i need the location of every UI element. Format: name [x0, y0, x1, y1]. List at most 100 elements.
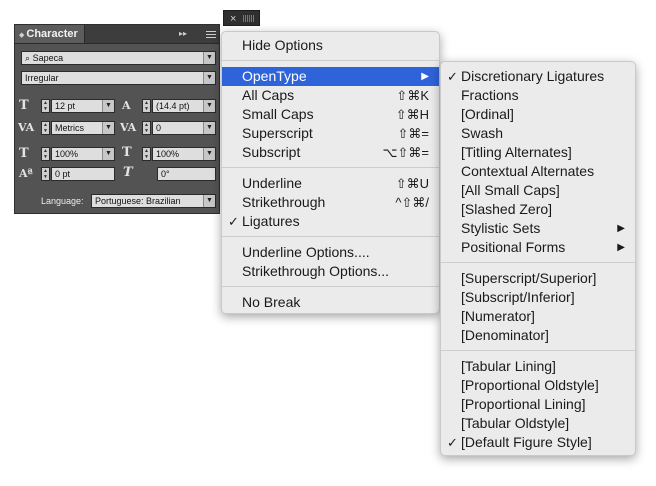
baseline-shift-value: 0 pt [55, 169, 71, 179]
font-size-field[interactable]: 12 pt ▼ [51, 99, 115, 113]
menu-item-opentype[interactable]: OpenType ▶ [222, 67, 439, 86]
leading-field[interactable]: (14.4 pt) ▼ [152, 99, 216, 113]
collapse-icon[interactable]: ▸▸ [179, 25, 187, 43]
menu-divider [222, 167, 439, 168]
horizontal-scale-stepper[interactable]: ▲ ▼ [142, 147, 151, 161]
menu-item-all-caps[interactable]: All Caps ⇧⌘K [222, 86, 439, 105]
menu-divider [441, 262, 635, 263]
baseline-shift-field[interactable]: 0 pt [51, 167, 115, 181]
checkmark-icon: ✓ [447, 435, 458, 450]
menu-item-label: No Break [242, 294, 301, 310]
submenu-item-tabular-lining[interactable]: [Tabular Lining] [441, 357, 635, 376]
leading-value: (14.4 pt) [156, 101, 190, 111]
submenu-item-proportional-oldstyle[interactable]: [Proportional Oldstyle] [441, 376, 635, 395]
font-family-field[interactable]: ⌕ Sapeca ▼ [21, 51, 216, 65]
kerning-field[interactable]: Metrics ▼ [51, 121, 115, 135]
menu-item-superscript[interactable]: Superscript ⇧⌘= [222, 124, 439, 143]
vertical-scale-field[interactable]: 100% ▼ [51, 147, 115, 161]
submenu-arrow-icon: ▶ [617, 223, 625, 234]
menu-item-shortcut: ⌥⇧⌘= [382, 145, 429, 160]
submenu-item-numerator[interactable]: [Numerator] [441, 307, 635, 326]
menu-item-shortcut: ⇧⌘= [397, 126, 429, 141]
chevron-down-icon[interactable]: ▼ [102, 100, 114, 112]
chevron-down-icon[interactable]: ▼ [203, 100, 215, 112]
submenu-item-discretionary-ligatures[interactable]: ✓ Discretionary Ligatures [441, 67, 635, 86]
tracking-value: 0 [156, 123, 162, 133]
submenu-item-subscript-inferior[interactable]: [Subscript/Inferior] [441, 288, 635, 307]
skew-field[interactable]: 0° [157, 167, 216, 181]
tab-toggle-icon[interactable]: ◆ [19, 32, 24, 39]
submenu-item-label: [Proportional Oldstyle] [461, 377, 599, 393]
chevron-down-icon[interactable]: ▼ [203, 195, 215, 207]
menu-item-no-break[interactable]: No Break [222, 293, 439, 312]
submenu-item-denominator[interactable]: [Denominator] [441, 326, 635, 345]
panel-menu-icon[interactable] [202, 29, 216, 39]
font-style-field[interactable]: Irregular ▼ [21, 71, 216, 85]
character-panel-menu: Hide Options OpenType ▶ All Caps ⇧⌘K Sma… [221, 31, 440, 314]
leading-icon: A [122, 99, 131, 112]
submenu-item-stylistic-sets[interactable]: Stylistic Sets ▶ [441, 219, 635, 238]
submenu-item-contextual-alternates[interactable]: Contextual Alternates [441, 162, 635, 181]
baseline-shift-stepper[interactable]: ▲ ▼ [41, 167, 50, 181]
submenu-item-superscript-superior[interactable]: [Superscript/Superior] [441, 269, 635, 288]
chevron-down-icon[interactable]: ▼ [203, 122, 215, 134]
menu-item-small-caps[interactable]: Small Caps ⇧⌘H [222, 105, 439, 124]
chevron-down-icon[interactable]: ▼ [102, 148, 114, 160]
menu-divider [441, 350, 635, 351]
submenu-item-proportional-lining[interactable]: [Proportional Lining] [441, 395, 635, 414]
tracking-icon: VA [120, 121, 137, 134]
submenu-item-tabular-oldstyle[interactable]: [Tabular Oldstyle] [441, 414, 635, 433]
chevron-down-icon[interactable]: ▼ [102, 122, 114, 134]
submenu-item-label: Positional Forms [461, 239, 566, 255]
submenu-item-label: [Tabular Lining] [461, 358, 556, 374]
menu-item-label: Ligatures [242, 213, 300, 229]
submenu-item-default-figure-style[interactable]: ✓ [Default Figure Style] [441, 433, 635, 452]
menu-item-strikethrough[interactable]: Strikethrough ^⇧⌘/ [222, 193, 439, 212]
submenu-item-label: Stylistic Sets [461, 220, 541, 236]
language-select[interactable]: Portuguese: Brazilian ▼ [91, 194, 216, 208]
menu-item-underline-options[interactable]: Underline Options.... [222, 243, 439, 262]
checkmark-icon: ✓ [228, 214, 239, 229]
font-style-value: Irregular [25, 73, 59, 83]
close-icon[interactable]: × [230, 13, 236, 25]
tracking-stepper[interactable]: ▲ ▼ [142, 121, 151, 135]
menu-item-label: Superscript [242, 125, 313, 141]
submenu-item-titling-alternates[interactable]: [Titling Alternates] [441, 143, 635, 162]
kerning-stepper[interactable]: ▲ ▼ [41, 121, 50, 135]
font-size-value: 12 pt [55, 101, 76, 111]
tab-character[interactable]: ◆ Character [15, 25, 85, 43]
search-icon: ⌕ [25, 53, 31, 63]
font-size-stepper[interactable]: ▲ ▼ [41, 99, 50, 113]
menu-item-shortcut: ^⇧⌘/ [395, 195, 429, 210]
menu-divider [222, 286, 439, 287]
submenu-item-positional-forms[interactable]: Positional Forms ▶ [441, 238, 635, 257]
menu-item-ligatures[interactable]: ✓ Ligatures [222, 212, 439, 231]
chevron-down-icon[interactable]: ▼ [203, 52, 215, 64]
panel-tab-bar: ◆ Character ▸▸ [15, 25, 219, 44]
menu-item-shortcut: ⇧⌘H [395, 107, 429, 122]
submenu-item-ordinal[interactable]: [Ordinal] [441, 105, 635, 124]
leading-stepper[interactable]: ▲ ▼ [142, 99, 151, 113]
menu-item-underline[interactable]: Underline ⇧⌘U [222, 174, 439, 193]
chevron-down-icon[interactable]: ▼ [203, 148, 215, 160]
vertical-scale-stepper[interactable]: ▲ ▼ [41, 147, 50, 161]
menu-item-strikethrough-options[interactable]: Strikethrough Options... [222, 262, 439, 281]
submenu-item-slashed-zero[interactable]: [Slashed Zero] [441, 200, 635, 219]
tracking-field[interactable]: 0 ▼ [152, 121, 216, 135]
panel-grip-icon[interactable] [243, 15, 255, 22]
panel-close-bar[interactable]: × [223, 10, 260, 26]
horizontal-scale-value: 100% [156, 149, 180, 159]
chevron-down-icon[interactable]: ▼ [203, 72, 215, 84]
submenu-item-fractions[interactable]: Fractions [441, 86, 635, 105]
submenu-item-label: [Subscript/Inferior] [461, 289, 575, 305]
submenu-item-swash[interactable]: Swash [441, 124, 635, 143]
submenu-item-all-small-caps[interactable]: [All Small Caps] [441, 181, 635, 200]
menu-divider [222, 236, 439, 237]
menu-item-label: Subscript [242, 144, 301, 160]
horizontal-scale-field[interactable]: 100% ▼ [152, 147, 216, 161]
menu-item-subscript[interactable]: Subscript ⌥⇧⌘= [222, 143, 439, 162]
submenu-item-label: Swash [461, 125, 504, 141]
menu-item-label: Strikethrough Options... [242, 263, 390, 279]
menu-item-hide-options[interactable]: Hide Options [222, 36, 439, 55]
submenu-item-label: [Tabular Oldstyle] [461, 415, 570, 431]
